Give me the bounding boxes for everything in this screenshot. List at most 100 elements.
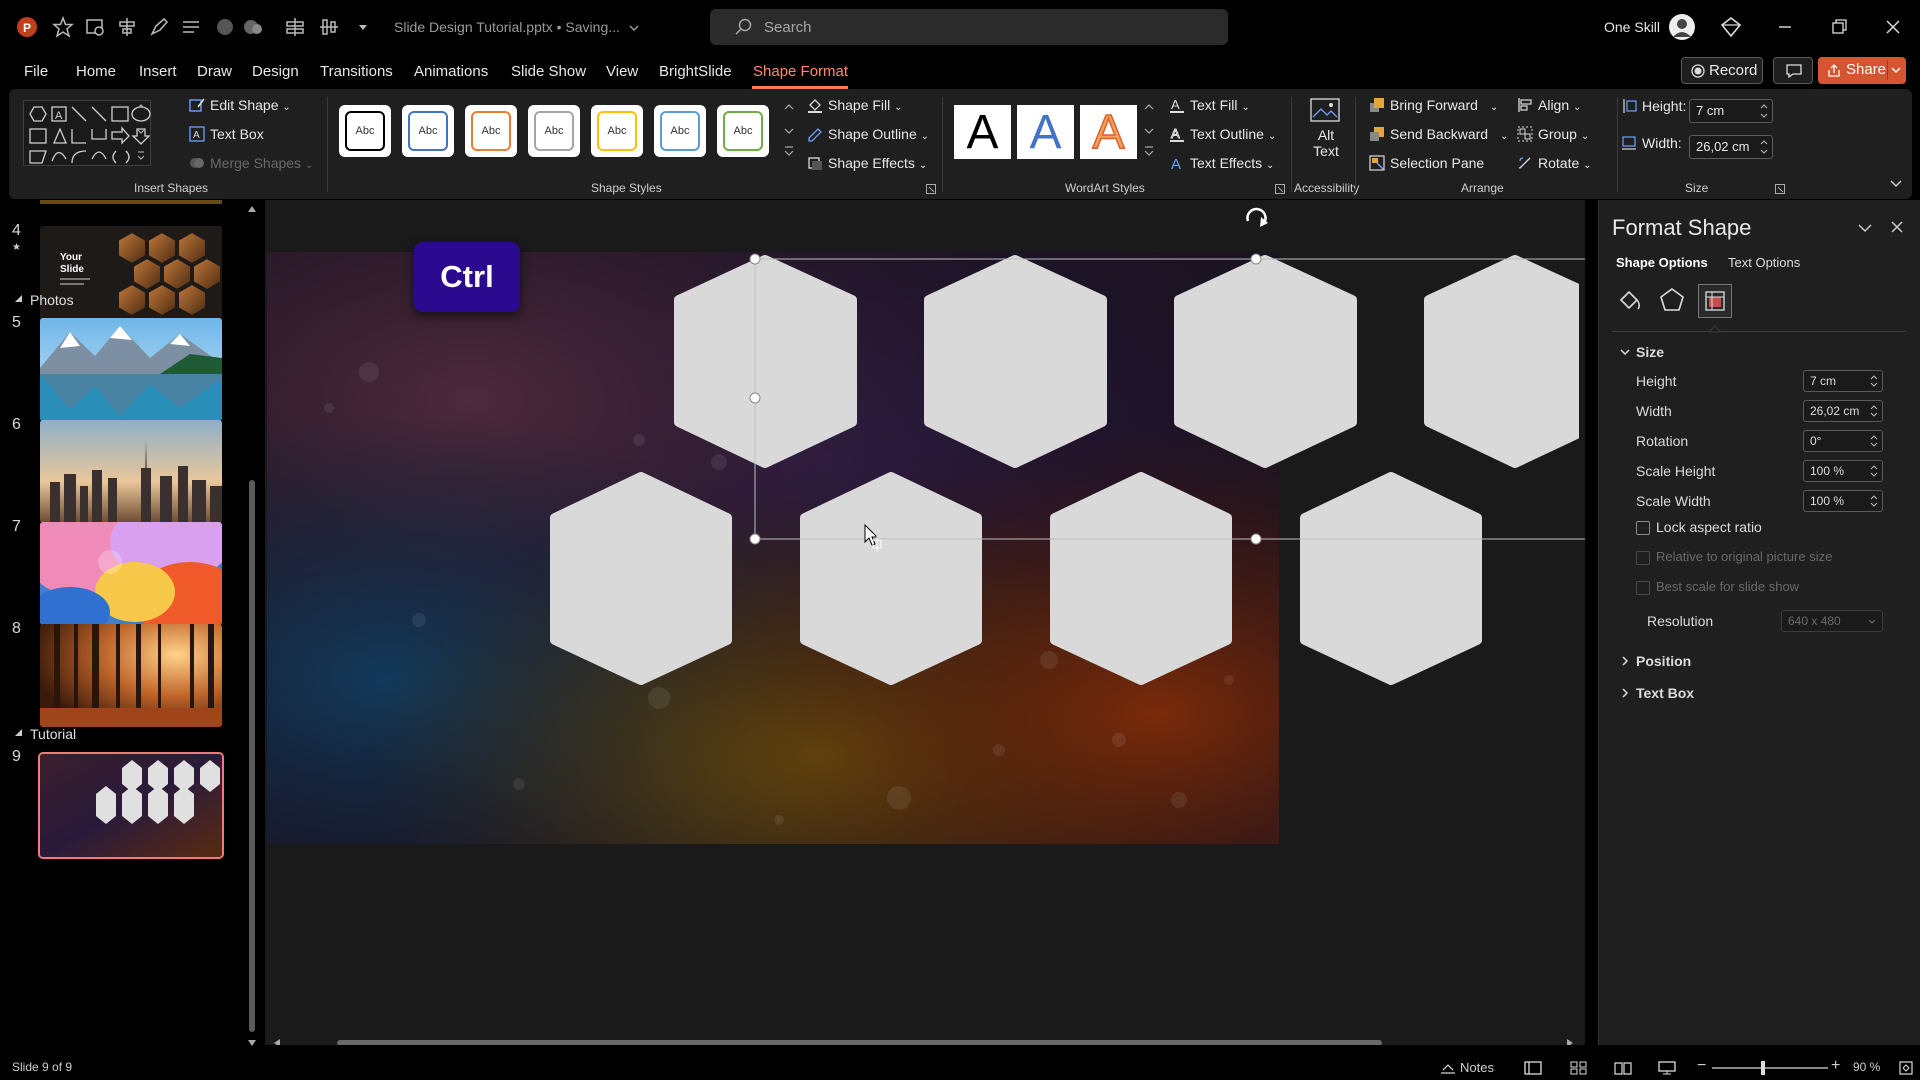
zoom-level[interactable]: 90 % [1853,1060,1880,1074]
fit-to-window-icon[interactable] [1898,1060,1914,1076]
search-input[interactable]: Search [710,9,1228,45]
shape-style-swatch[interactable]: Abc [654,105,706,157]
align-center-icon[interactable] [116,16,138,38]
tab-slide-show[interactable]: Slide Show [511,63,586,80]
section-tutorial[interactable]: Tutorial [30,726,76,742]
hexagon-shape[interactable] [1050,472,1232,685]
spinner-icon[interactable] [1870,495,1878,507]
section-size[interactable]: Size [1636,344,1664,360]
pen-icon[interactable] [148,16,170,38]
wordart-gallery-scroll-icon[interactable] [1142,101,1156,161]
screenshot-icon[interactable] [84,16,106,38]
shapes-icon[interactable] [242,16,264,38]
close-icon[interactable] [1880,14,1906,40]
text-outline-button[interactable]: A Text Outline ⌄ [1169,126,1276,142]
section-photos[interactable]: Photos [30,292,74,308]
tab-shape-format[interactable]: Shape Format [753,63,848,80]
group-button[interactable]: Group ⌄ [1517,126,1589,142]
close-pane-icon[interactable] [1890,220,1904,234]
dialog-launcher-icon[interactable] [926,184,936,194]
tab-text-options[interactable]: Text Options [1728,255,1800,270]
minimize-icon[interactable] [1772,14,1798,40]
size-properties-tab[interactable] [1698,284,1732,318]
effects-pentagon-icon[interactable] [1658,286,1686,314]
distribute-icon[interactable] [284,16,306,38]
wordart-style-black[interactable]: A [954,105,1011,159]
tab-draw[interactable]: Draw [197,63,232,80]
slide-thumbnail-8[interactable] [40,624,222,727]
tab-transitions[interactable]: Transitions [320,63,393,80]
hexagon-shape[interactable] [1300,472,1482,685]
thumbnails-scrollbar-thumb[interactable] [249,480,255,1032]
spinner-icon[interactable] [1870,435,1878,447]
hexagon-shape[interactable] [1174,255,1357,468]
align-button[interactable]: Align ⌄ [1517,97,1581,113]
reading-view-icon[interactable] [1614,1061,1632,1075]
text-fill-button[interactable]: A Text Fill ⌄ [1169,97,1250,113]
lock-aspect-checkbox[interactable] [1636,521,1650,535]
tab-brightslide[interactable]: BrightSlide [659,63,732,80]
resize-handle[interactable] [749,533,761,545]
resize-handle[interactable] [749,392,761,404]
width-input[interactable]: 26,02 cm [1803,400,1883,422]
slide-thumbnail-4[interactable]: Your Slide [40,226,222,329]
hexagon-shape[interactable] [674,255,857,468]
text-box-button[interactable]: A Text Box [189,126,264,142]
tab-animations[interactable]: Animations [414,63,488,80]
collapse-ribbon-icon[interactable] [1889,179,1903,189]
tab-design[interactable]: Design [252,63,299,80]
zoom-slider[interactable] [1712,1067,1828,1069]
scroll-down-icon[interactable] [247,1038,257,1048]
normal-view-icon[interactable] [1524,1061,1542,1075]
chevron-down-icon[interactable] [1620,347,1630,357]
rotation-input[interactable]: 0° [1803,430,1883,452]
chevron-right-icon[interactable] [1620,688,1630,698]
spinner-icon[interactable] [1870,465,1878,477]
hexagon-shape[interactable] [924,255,1107,468]
fill-line-icon[interactable] [1616,286,1644,314]
bring-forward-button[interactable]: Bring Forward ⌄ [1369,97,1498,113]
wordart-style-orange[interactable]: A [1080,105,1137,160]
shape-style-swatch[interactable]: Abc [717,105,769,157]
comments-button[interactable] [1773,57,1813,84]
shape-outline-button[interactable]: Shape Outline ⌄ [807,126,929,142]
hexagon-shape[interactable] [1424,255,1585,468]
shape-effects-button[interactable]: Shape Effects ⌄ [807,155,927,171]
resize-handle[interactable] [749,253,761,265]
restore-icon[interactable] [1826,14,1852,40]
list-icon[interactable] [180,16,202,38]
scale-width-input[interactable]: 100 % [1803,490,1883,512]
shape-fill-button[interactable]: Shape Fill ⌄ [807,97,903,113]
collapse-section-icon[interactable] [14,294,24,304]
edit-shape-button[interactable]: Edit Shape ⌄ [189,97,291,113]
dialog-launcher-icon[interactable] [1275,184,1285,194]
tab-file[interactable]: File [24,63,48,80]
user-name[interactable]: One Skill [1604,19,1660,35]
slide-sorter-icon[interactable] [1570,1061,1588,1075]
slide-thumbnail-6[interactable] [40,420,222,523]
shape-style-swatch[interactable]: Abc [339,105,391,157]
zoom-slider-thumb[interactable] [1761,1061,1765,1075]
shape-style-swatch[interactable]: Abc [402,105,454,157]
notes-button[interactable]: Notes [1440,1057,1512,1077]
spinner-icon[interactable] [1870,375,1878,387]
shape-style-swatch[interactable]: Abc [591,105,643,157]
pane-options-chevron-icon[interactable] [1857,222,1873,234]
resize-handle[interactable] [1250,533,1262,545]
slideshow-view-icon[interactable] [1658,1061,1676,1075]
tab-shape-options[interactable]: Shape Options [1616,255,1708,270]
shapes-scroll-icon[interactable] [135,100,147,166]
wordart-style-blue[interactable]: A [1017,105,1074,159]
height-input[interactable]: 7 cm [1803,370,1883,392]
shape-style-swatch[interactable]: Abc [465,105,517,157]
resize-handle[interactable] [1250,253,1262,265]
spinner-icon[interactable] [1870,405,1878,417]
tab-insert[interactable]: Insert [139,63,177,80]
share-button[interactable]: Share [1818,57,1906,84]
hexagon-shape[interactable] [550,472,732,685]
slide-thumbnail-5[interactable] [40,318,222,421]
customize-toolbar-icon[interactable] [352,16,374,38]
alt-text-button[interactable]: Alt Text [1301,97,1351,177]
chevron-right-icon[interactable] [1620,656,1630,666]
zoom-out-icon[interactable]: − [1697,1057,1706,1075]
